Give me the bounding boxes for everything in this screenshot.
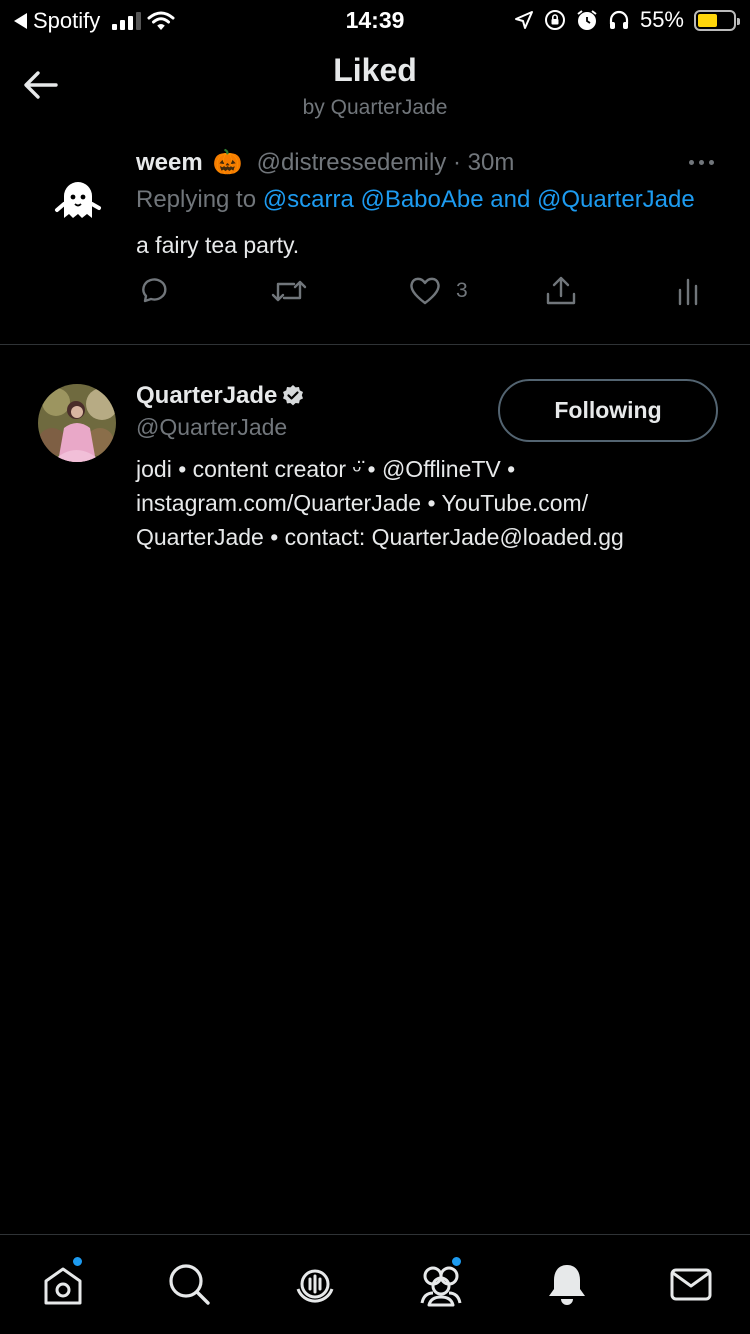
location-arrow-icon — [514, 11, 533, 29]
tweet-card[interactable]: weem 🎃 @distressedemily · 30m Replying t… — [0, 140, 750, 345]
tweet-text: a fairy tea party. — [136, 232, 300, 258]
tweet-display-name[interactable]: weem — [136, 149, 203, 177]
profile-card[interactable]: QuarterJade @QuarterJade Following jodi … — [0, 346, 750, 566]
more-options-icon[interactable] — [689, 160, 714, 165]
communities-notification-dot — [451, 1256, 462, 1267]
tweet-handle-time: @distressedemily · 30m — [256, 148, 515, 176]
page-title: Liked — [333, 52, 417, 88]
nav-notifications[interactable] — [542, 1259, 592, 1309]
bio-line: QuarterJade • contact: QuarterJade@loade… — [136, 524, 624, 550]
profile-name: QuarterJade — [136, 382, 278, 409]
home-notification-dot — [72, 1256, 83, 1267]
tweet-name-emoji: 🎃 — [212, 149, 243, 176]
profile-handle: @QuarterJade — [136, 414, 288, 440]
nav-spaces[interactable] — [290, 1259, 340, 1309]
heart-icon — [410, 277, 440, 305]
status-bar: Spotify 14:39 55% — [0, 0, 750, 40]
ghost-icon — [55, 182, 101, 218]
bio-line: instagram.com/QuarterJade • YouTube.com/ — [136, 490, 589, 516]
following-button[interactable]: Following — [498, 379, 718, 442]
verified-badge-icon — [283, 385, 304, 406]
profile-name-row[interactable]: QuarterJade — [136, 382, 305, 410]
replying-prefix: Replying to — [136, 186, 263, 213]
replying-targets-link[interactable]: @scarra @BaboAbe and @QuarterJade — [263, 186, 695, 213]
bottom-nav — [0, 1234, 750, 1334]
battery-percent: 55% — [639, 7, 684, 32]
status-right-group: 55% — [514, 7, 740, 33]
profile-bio: jodi • content creator ᵕ̈ • @OfflineTV •… — [136, 452, 726, 554]
nav-search[interactable] — [164, 1259, 214, 1309]
retweet-icon — [271, 280, 307, 302]
page-subtitle: by QuarterJade — [302, 96, 448, 119]
bio-line: jodi • content creator ᵕ̈ • @OfflineTV • — [136, 456, 516, 482]
ghost-avatar[interactable] — [52, 174, 104, 226]
tweet-actions: 3 — [0, 274, 750, 314]
notifications-icon — [549, 1265, 585, 1305]
battery-icon — [694, 9, 740, 31]
retweet-button[interactable] — [270, 274, 308, 308]
search-icon — [169, 1264, 210, 1305]
analytics-button[interactable] — [674, 274, 702, 308]
tweet-header: weem 🎃 @distressedemily · 30m — [136, 148, 514, 177]
rotation-lock-icon — [544, 10, 565, 30]
headphones-icon — [609, 10, 629, 29]
messages-icon — [670, 1268, 712, 1301]
spaces-icon — [296, 1269, 334, 1303]
nav-communities[interactable] — [416, 1256, 466, 1309]
reply-icon — [142, 278, 167, 303]
analytics-icon — [678, 278, 698, 306]
alarm-icon — [577, 10, 597, 30]
nav-messages[interactable] — [666, 1259, 716, 1309]
nav-home[interactable] — [38, 1256, 88, 1309]
share-button[interactable] — [544, 274, 578, 308]
profile-avatar[interactable] — [38, 384, 116, 462]
reply-button[interactable] — [136, 274, 170, 308]
home-icon — [44, 1267, 82, 1305]
share-icon — [546, 276, 576, 305]
like-count: 3 — [456, 279, 468, 302]
page-header: Liked by QuarterJade — [0, 44, 750, 134]
profile-photo — [38, 384, 116, 462]
replying-to: Replying to @scarra @BaboAbe and @Quarte… — [136, 186, 695, 214]
like-button[interactable]: 3 — [408, 274, 468, 308]
